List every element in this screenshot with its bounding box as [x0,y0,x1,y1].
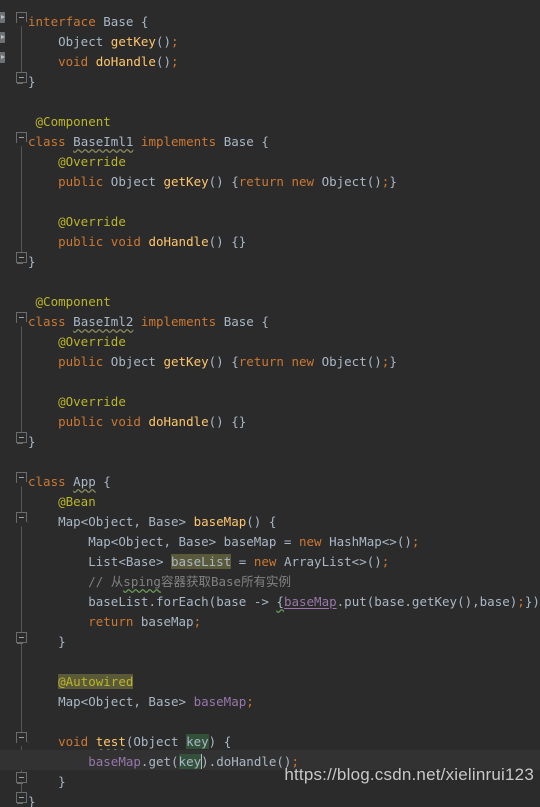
code-line[interactable]: void test(Object key) { [0,730,540,750]
code-line[interactable]: baseList.forEach(base -> {baseMap.put(ba… [0,590,540,610]
code-line[interactable] [0,90,540,110]
code-line[interactable]: class BaseIml2 implements Base { [0,310,540,330]
autowired-annotation[interactable]: @Autowired [58,674,134,689]
basemap-reference[interactable]: baseMap [284,594,337,609]
code-line[interactable]: interface Base { [0,10,540,30]
code-line[interactable]: } [0,430,540,450]
csdn-watermark: https://blog.csdn.net/xielinrui123 [284,765,534,784]
code-line[interactable]: } [0,70,540,90]
code-line[interactable] [0,370,540,390]
code-line[interactable]: } [0,630,540,650]
code-line[interactable]: } [0,250,540,270]
usage-highlight-key[interactable]: key [186,734,209,749]
code-line[interactable]: class App { [0,470,540,490]
code-line[interactable]: @Component [0,110,540,130]
code-line[interactable]: Map<Object, Base> baseMap; [0,690,540,710]
code-line[interactable] [0,710,540,730]
code-line[interactable]: return baseMap; [0,610,540,630]
code-line[interactable]: @Component [0,290,540,310]
code-line[interactable]: List<Base> baseList = new ArrayList<>(); [0,550,540,570]
code-line[interactable]: } [0,790,540,807]
code-line[interactable]: Object getKey(); [0,30,540,50]
code-line[interactable]: void doHandle(); [0,50,540,70]
code-line[interactable] [0,270,540,290]
code-editor[interactable]: interface Base { Object getKey(); void d… [0,0,540,807]
code-line[interactable]: @Override [0,330,540,350]
code-line[interactable]: @Override [0,210,540,230]
code-line[interactable]: public Object getKey() {return new Objec… [0,350,540,370]
selected-token[interactable]: baseList [171,554,232,569]
code-line[interactable] [0,190,540,210]
code-line[interactable]: // 从sping容器获取Base所有实例 [0,570,540,590]
code-line[interactable]: public void doHandle() {} [0,410,540,430]
code-line[interactable] [0,450,540,470]
code-line[interactable]: class BaseIml1 implements Base { [0,130,540,150]
code-line[interactable]: public Object getKey() {return new Objec… [0,170,540,190]
code-line[interactable]: public void doHandle() {} [0,230,540,250]
code-content[interactable]: interface Base { Object getKey(); void d… [0,0,540,807]
code-line[interactable]: @Autowired [0,670,540,690]
code-line[interactable]: @Override [0,150,540,170]
code-line[interactable]: Map<Object, Base> baseMap() { [0,510,540,530]
code-line[interactable] [0,650,540,670]
code-line[interactable]: @Override [0,390,540,410]
code-line[interactable]: Map<Object, Base> baseMap = new HashMap<… [0,530,540,550]
usage-highlight-key[interactable]: key [178,754,202,769]
code-line[interactable]: @Bean [0,490,540,510]
